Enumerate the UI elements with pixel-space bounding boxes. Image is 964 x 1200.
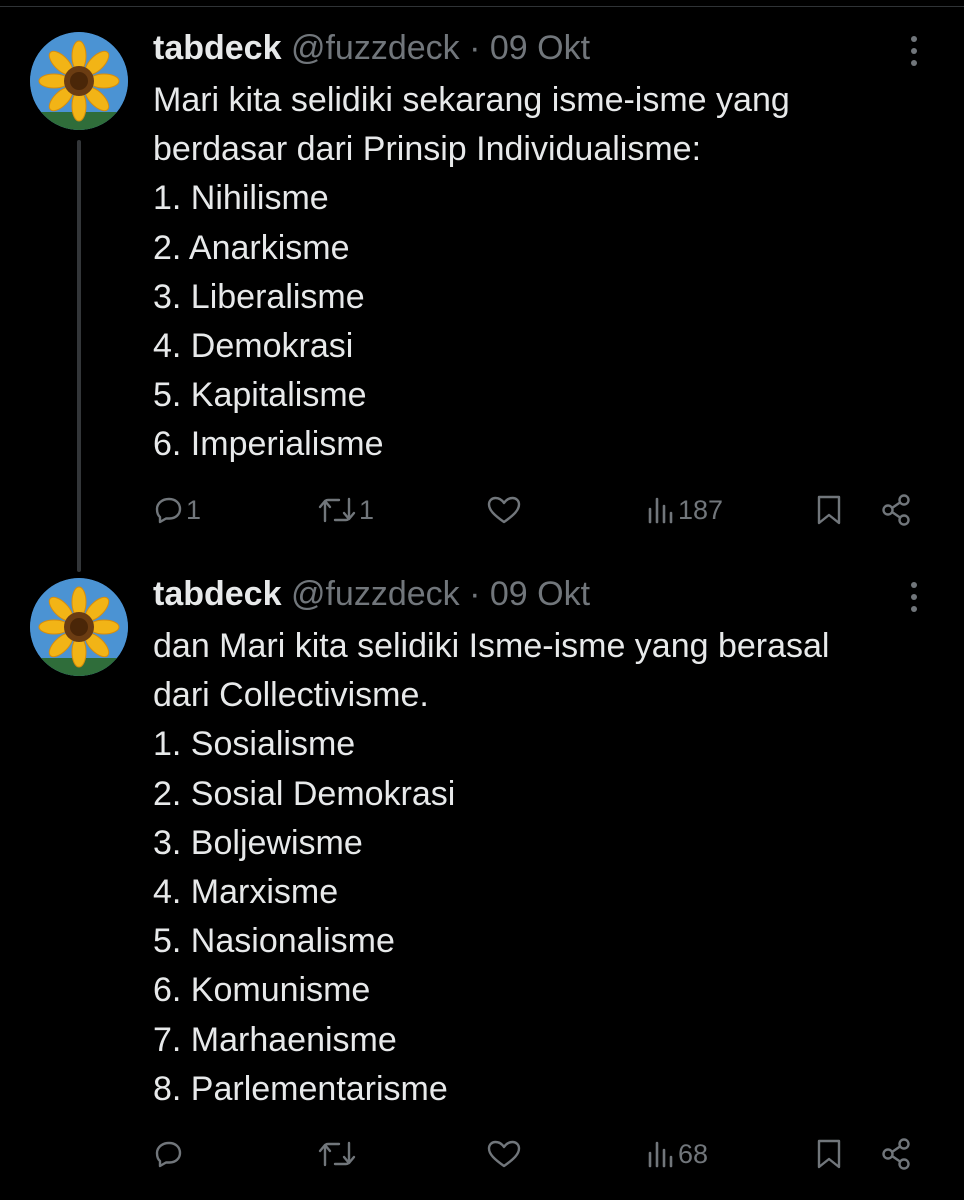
tweet-text-line: berdasar dari Prinsip Individualisme:: [153, 130, 702, 169]
tweet-actions: 68: [150, 1132, 930, 1176]
reply-button[interactable]: [154, 1132, 186, 1176]
tweet-text-line: 4. Marxisme: [153, 872, 339, 911]
tweet-text-line: 2. Sosial Demokrasi: [153, 774, 456, 813]
tweet-text: Mari kita selidiki sekarang isme-isme ya…: [153, 76, 933, 470]
user-handle[interactable]: @fuzzdeck: [291, 29, 460, 67]
heart-icon: [487, 1140, 521, 1168]
tweet[interactable]: tabdeck @fuzzdeck · 09 Okt dan Mari kita…: [0, 560, 964, 1200]
views-button[interactable]: 187: [646, 488, 723, 532]
share-icon: [882, 494, 910, 526]
bookmark-icon: [817, 495, 841, 525]
tweet-text-line: 3. Liberalisme: [153, 277, 365, 316]
share-button[interactable]: [880, 1132, 914, 1176]
repost-button[interactable]: 1: [317, 488, 374, 532]
tweet-text-line: 2. Anarkisme: [153, 228, 350, 267]
tweet-date[interactable]: 09 Okt: [490, 29, 590, 67]
tweet-text-line: 5. Kapitalisme: [153, 376, 367, 415]
tweet-text: dan Mari kita selidiki Isme-isme yang be…: [153, 622, 933, 1114]
display-name[interactable]: tabdeck: [153, 29, 282, 67]
share-button[interactable]: [880, 488, 914, 532]
tweet-text-line: 8. Parlementarisme: [153, 1069, 448, 1108]
tweet-actions: 1 1 187: [150, 488, 930, 532]
header-separator: ·: [469, 29, 481, 67]
like-button[interactable]: [486, 488, 524, 532]
sunflower-avatar-icon[interactable]: [30, 578, 128, 676]
repost-count: 1: [359, 494, 375, 525]
tweet-text-line: dan Mari kita selidiki Isme-isme yang be…: [153, 627, 830, 665]
heart-icon: [487, 496, 521, 524]
more-options-icon[interactable]: [902, 34, 926, 70]
tweet-text-line: 1. Nihilisme: [153, 179, 329, 218]
tweet-date[interactable]: 09 Okt: [490, 575, 590, 613]
tweet-text-line: dari Collectivisme.: [153, 676, 429, 715]
like-button[interactable]: [486, 1132, 524, 1176]
reply-button[interactable]: 1: [154, 488, 201, 532]
reply-count: 1: [186, 494, 202, 525]
views-icon: [648, 497, 673, 524]
tweet-text-line: 6. Imperialisme: [153, 425, 384, 464]
tweet-text-line: 7. Marhaenisme: [153, 1020, 397, 1059]
tweet-text-line: 3. Boljewisme: [153, 823, 363, 862]
more-options-icon[interactable]: [902, 580, 926, 616]
reply-icon: [155, 497, 182, 524]
bookmark-button[interactable]: [814, 1132, 844, 1176]
sunflower-avatar-icon[interactable]: [30, 32, 128, 130]
views-count: 187: [678, 494, 724, 525]
display-name[interactable]: tabdeck: [153, 575, 282, 613]
tweet-text-line: 6. Komunisme: [153, 971, 371, 1010]
tweet-text-line: 5. Nasionalisme: [153, 922, 395, 961]
user-handle[interactable]: @fuzzdeck: [291, 575, 460, 613]
repost-button[interactable]: [317, 1132, 359, 1176]
tweet-header: tabdeck @fuzzdeck · 09 Okt: [153, 574, 590, 614]
tweet-header: tabdeck @fuzzdeck · 09 Okt: [153, 28, 590, 68]
reply-icon: [155, 1141, 182, 1168]
repost-icon: [318, 1141, 356, 1167]
tweet-text-line: Mari kita selidiki sekarang isme-isme ya…: [153, 81, 790, 119]
header-separator: ·: [469, 575, 481, 613]
bookmark-icon: [817, 1139, 841, 1169]
views-count: 68: [678, 1138, 709, 1169]
views-icon: [648, 1141, 673, 1168]
tweet-text-line: 4. Demokrasi: [153, 326, 354, 365]
tweet-text-line: 1. Sosialisme: [153, 725, 356, 764]
tweet[interactable]: tabdeck @fuzzdeck · 09 Okt Mari kita sel…: [0, 0, 964, 560]
bookmark-button[interactable]: [814, 488, 844, 532]
share-icon: [882, 1138, 910, 1170]
repost-icon: [318, 497, 356, 523]
views-button[interactable]: 68: [646, 1132, 708, 1176]
